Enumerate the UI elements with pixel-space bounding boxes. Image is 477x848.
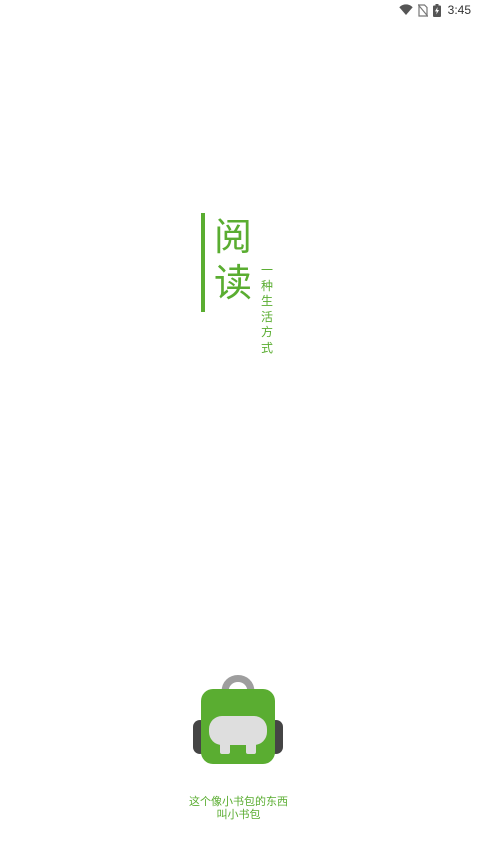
backpack-icon — [190, 672, 286, 768]
status-bar: 3:45 — [0, 0, 477, 20]
app-title: 阅读 — [213, 215, 252, 305]
battery-charging-icon — [432, 3, 441, 17]
title-accent-bar — [201, 213, 205, 312]
status-time: 3:45 — [447, 3, 471, 17]
status-icons: 3:45 — [398, 2, 471, 18]
no-sim-icon — [417, 3, 428, 17]
caption: 这个像小书包的东西 叫小书包 — [0, 795, 477, 821]
slogan: 一种生活方式 — [260, 263, 273, 355]
caption-line-1: 这个像小书包的东西 — [189, 795, 288, 808]
caption-line-2: 叫小书包 — [216, 808, 261, 821]
wifi-icon — [398, 4, 413, 16]
splash-screen: 3:45 阅读 一种生活方式 这个像小书包的东西 叫小书包 — [0, 0, 477, 848]
